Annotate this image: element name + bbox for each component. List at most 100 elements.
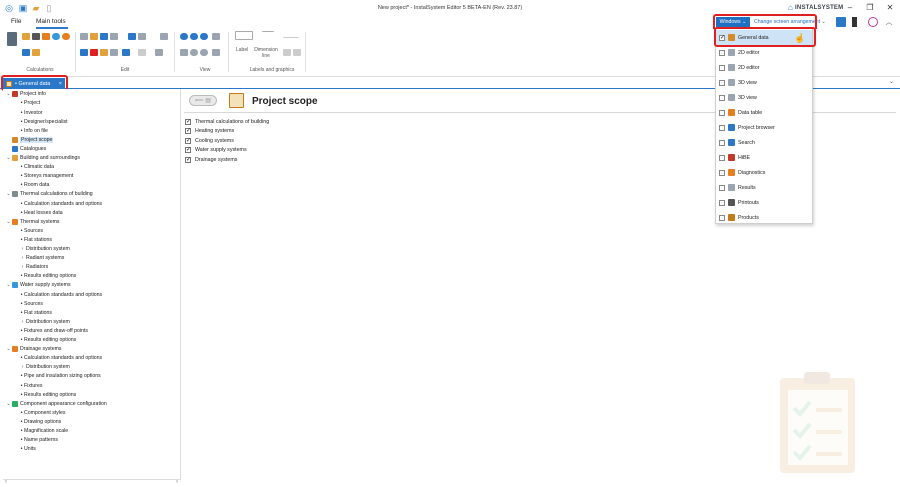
expand-chevron-icon[interactable]: ⌄: [5, 219, 12, 225]
scope-checkbox-row[interactable]: ✓ Drainage systems: [185, 155, 237, 164]
edit-icon-2[interactable]: [90, 33, 98, 40]
tree-item[interactable]: • Component styles: [19, 409, 66, 418]
calc-icon-3[interactable]: [32, 33, 40, 40]
shapes-icon[interactable]: [868, 17, 878, 27]
menu-main-tools[interactable]: Main tools: [36, 18, 66, 25]
windows-menu-item[interactable]: 3D view: [716, 90, 812, 105]
menu-item-checkbox[interactable]: [719, 154, 725, 161]
view-icon-7[interactable]: [200, 49, 208, 56]
close-tab-icon[interactable]: ×: [59, 81, 62, 87]
view-icon-8[interactable]: [212, 49, 220, 56]
view-icon-4[interactable]: [212, 33, 220, 40]
windows-dropdown-button[interactable]: Windows ⌄: [716, 17, 750, 27]
scope-checkbox[interactable]: ✓: [185, 137, 191, 144]
change-screen-arrangement-button[interactable]: Change screen arrangement ⌄: [752, 17, 832, 27]
scope-checkbox[interactable]: ✓: [185, 147, 191, 153]
windows-menu-item[interactable]: Data table: [716, 105, 812, 120]
edit-icon-1[interactable]: [80, 33, 88, 40]
calculate-icon[interactable]: [7, 32, 17, 46]
tree-item[interactable]: • Name patterns: [19, 436, 58, 445]
edit-icon-3[interactable]: [100, 33, 108, 40]
windows-menu-item[interactable]: HiBE: [716, 150, 812, 165]
paste-icon[interactable]: [110, 49, 118, 56]
tree-item[interactable]: Project scope: [5, 136, 54, 145]
scope-checkbox-row[interactable]: ✓ Cooling systems: [185, 136, 234, 145]
text-icon[interactable]: [283, 32, 299, 38]
edit-icon-9[interactable]: [155, 49, 163, 56]
tree-item[interactable]: • Results editing options: [19, 336, 77, 345]
expand-chevron-icon[interactable]: ⌄: [5, 91, 12, 97]
tree-item[interactable]: • Sources: [19, 299, 43, 308]
dimension-icon[interactable]: [262, 31, 274, 40]
expand-chevron-icon[interactable]: ›: [19, 246, 26, 252]
zoom-in-icon[interactable]: [180, 33, 188, 40]
menu-item-checkbox[interactable]: [719, 64, 725, 71]
tree-item[interactable]: Catalogues: [5, 145, 46, 154]
drop-icon[interactable]: [62, 33, 70, 40]
edit-icon-6[interactable]: [138, 33, 146, 40]
water-icon[interactable]: [52, 33, 60, 40]
scope-checkbox-row[interactable]: ✓ Heating systems: [185, 127, 234, 136]
calc-icon-2[interactable]: [22, 33, 30, 40]
scope-checkbox[interactable]: ✓: [185, 156, 191, 163]
expand-chevron-icon[interactable]: ⌄: [5, 191, 12, 197]
tree-item[interactable]: • Results editing options: [19, 390, 77, 399]
edit-icon-5[interactable]: [128, 33, 136, 40]
expand-chevron-icon[interactable]: ⌄: [5, 401, 12, 407]
maximize-button[interactable]: ❐: [862, 3, 878, 12]
tree-item[interactable]: • Results editing options: [19, 272, 77, 281]
windows-menu-item[interactable]: 2D editor: [716, 45, 812, 60]
windows-menu-item[interactable]: Printouts: [716, 195, 812, 210]
tree-item[interactable]: • Investor: [19, 108, 43, 117]
graphic-icon-2[interactable]: [293, 49, 301, 56]
tree-item[interactable]: • Fixtures and draw-off points: [19, 327, 88, 336]
calc-icon-5[interactable]: [22, 49, 30, 56]
tree-item[interactable]: › Distribution system: [19, 363, 70, 372]
new-file-icon[interactable]: ▯: [44, 3, 54, 13]
scope-checkbox-row[interactable]: ✓ Thermal calculations of building: [185, 117, 269, 126]
windows-menu-item[interactable]: Project browser: [716, 120, 812, 135]
tree-item[interactable]: • Project: [19, 99, 41, 108]
delete-icon[interactable]: [90, 49, 98, 56]
windows-menu-item[interactable]: 3D view: [716, 75, 812, 90]
expand-chevron-icon[interactable]: ›: [19, 255, 26, 261]
tree-item[interactable]: › Radiant systems: [19, 254, 65, 263]
layout-icon[interactable]: [836, 17, 846, 27]
edit-icon-4[interactable]: [110, 33, 118, 40]
tree-item[interactable]: • Flat stations: [19, 236, 52, 245]
dimension-line-button[interactable]: Dimension line: [254, 47, 278, 59]
tree-item[interactable]: • Info on file: [19, 126, 48, 135]
tree-item[interactable]: ⌄ Drainage systems: [5, 345, 62, 354]
tree-item[interactable]: • Drawing options: [19, 418, 62, 427]
edit-icon-7[interactable]: [160, 33, 168, 40]
windows-menu-item[interactable]: Diagnostics: [716, 165, 812, 180]
menu-item-checkbox[interactable]: [719, 199, 725, 206]
tree-item[interactable]: ⌄ Thermal systems: [5, 217, 60, 226]
tree-item[interactable]: • Flat stations: [19, 308, 52, 317]
panel-icon[interactable]: [852, 17, 857, 27]
calc-icon-4[interactable]: [42, 33, 50, 40]
tree-item[interactable]: • Storeys management: [19, 172, 74, 181]
scope-checkbox-row[interactable]: ✓ Water supply systems: [185, 146, 247, 155]
tree-item[interactable]: ⌄ Water supply systems: [5, 281, 71, 290]
tree-item[interactable]: › Distribution system: [19, 245, 70, 254]
save-icon[interactable]: ▣: [18, 3, 28, 13]
tree-item[interactable]: › Distribution system: [19, 318, 70, 327]
menu-item-checkbox[interactable]: [719, 214, 725, 221]
scroll-left-icon[interactable]: ‹: [5, 479, 7, 485]
expand-chevron-icon[interactable]: ›: [19, 319, 26, 325]
expand-chevron-icon[interactable]: ⌄: [5, 155, 12, 161]
tree-item[interactable]: • Units: [19, 445, 36, 454]
scope-checkbox[interactable]: ✓: [185, 128, 191, 134]
menu-item-checkbox[interactable]: [719, 124, 725, 131]
scope-checkbox[interactable]: ✓: [185, 118, 191, 125]
close-button[interactable]: ✕: [882, 3, 898, 12]
zoom-out-icon[interactable]: [190, 33, 198, 40]
tree-item[interactable]: • Pipe and insulation sizing options: [19, 372, 101, 381]
menu-item-checkbox[interactable]: [719, 49, 725, 56]
tree-item[interactable]: • Calculation standards and options: [19, 290, 103, 299]
expand-chevron-icon[interactable]: ›: [19, 264, 26, 270]
back-button[interactable]: ⟸ ▤: [189, 95, 217, 106]
tree-item[interactable]: › Radiators: [19, 263, 49, 272]
tree-item[interactable]: ⌄ Building and surroundings: [5, 154, 80, 163]
